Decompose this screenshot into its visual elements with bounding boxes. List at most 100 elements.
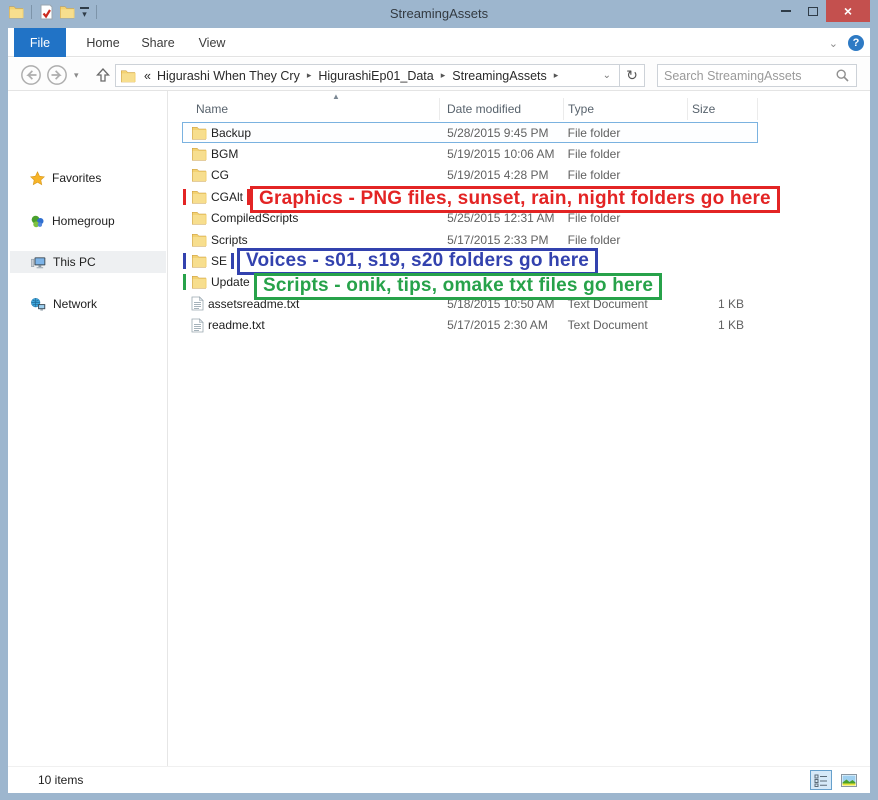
- minimize-button[interactable]: [772, 0, 799, 22]
- minimize-ribbon-icon[interactable]: ⌄: [829, 37, 838, 50]
- sidebar-item-this-pc[interactable]: This PC: [10, 251, 166, 273]
- file-row[interactable]: readme.txt 5/17/2015 2:30 AM Text Docume…: [182, 315, 758, 336]
- tab-view[interactable]: View: [188, 28, 236, 57]
- file-name-outline: Update: [183, 274, 257, 290]
- breadcrumb-item[interactable]: StreamingAssets: [449, 69, 549, 83]
- breadcrumb-item[interactable]: Higurashi When They Cry: [154, 69, 303, 83]
- tab-file[interactable]: File: [14, 28, 66, 57]
- folder-icon: [191, 254, 207, 268]
- explorer-window: ▾ StreamingAssets × File Home Share View…: [0, 0, 878, 800]
- sidebar-item-label: Favorites: [52, 171, 101, 185]
- app-surface: File Home Share View ⌄ ? ▾: [8, 28, 870, 793]
- file-name: readme.txt: [208, 318, 265, 332]
- search-icon: [836, 69, 856, 82]
- title-bar: ▾ StreamingAssets ×: [0, 0, 878, 28]
- recent-locations-icon[interactable]: ▾: [74, 70, 79, 81]
- address-dropdown-icon[interactable]: ⌄: [595, 70, 619, 81]
- sidebar-item-label: This PC: [53, 255, 96, 269]
- folder-icon: [191, 233, 207, 247]
- window-title: StreamingAssets: [0, 6, 878, 21]
- file-date: 5/19/2015 10:06 AM: [440, 147, 564, 161]
- file-row[interactable]: CG 5/19/2015 4:28 PM File folder: [182, 165, 758, 186]
- navigation-toolbar: ▾ « Higurashi When They Cry▸HigurashiEp0…: [8, 58, 870, 91]
- folder-icon: [191, 126, 207, 140]
- file-type: File folder: [564, 211, 688, 225]
- file-name-cell: Backup: [183, 125, 440, 141]
- file-name: Update: [211, 275, 250, 289]
- file-type: File folder: [564, 168, 688, 182]
- file-date: 5/17/2015 2:30 AM: [440, 318, 564, 332]
- sidebar-item-favorites[interactable]: Favorites: [10, 167, 166, 189]
- item-count: 10 items: [38, 773, 83, 787]
- file-type: Text Document: [564, 318, 688, 332]
- text-file-icon: [191, 318, 204, 333]
- file-rows: Backup 5/28/2015 9:45 PM File folder BGM…: [182, 122, 758, 336]
- file-row[interactable]: Backup 5/28/2015 9:45 PM File folder: [182, 122, 758, 143]
- help-icon[interactable]: ?: [848, 35, 864, 51]
- column-header-type[interactable]: Type: [564, 98, 688, 120]
- star-icon: [30, 171, 45, 186]
- refresh-icon[interactable]: ↻: [620, 67, 644, 84]
- file-name: BGM: [211, 147, 238, 161]
- annotation-red-label: Graphics - PNG files, sunset, rain, nigh…: [250, 186, 780, 213]
- file-date: 5/28/2015 9:45 PM: [440, 126, 564, 140]
- file-name-outline: CGAlt: [183, 189, 250, 205]
- status-bar: 10 items: [8, 766, 870, 793]
- file-name-cell: readme.txt: [183, 317, 440, 334]
- file-name-outline: Backup: [183, 125, 258, 141]
- breadcrumb-separator-icon[interactable]: ▸: [437, 70, 450, 81]
- file-size: 1 KB: [687, 318, 757, 332]
- file-name-outline: CG: [183, 167, 236, 183]
- file-type: File folder: [564, 233, 688, 247]
- sidebar-item-homegroup[interactable]: Homegroup: [10, 210, 166, 232]
- folder-icon: [191, 275, 207, 289]
- file-date: 5/19/2015 4:28 PM: [440, 168, 564, 182]
- thumbnail-view-button[interactable]: [838, 770, 860, 790]
- column-header-date-modified[interactable]: Date modified: [440, 98, 564, 120]
- file-name-cell: Scripts: [183, 232, 440, 248]
- file-type: File folder: [564, 147, 688, 161]
- sidebar-item-network[interactable]: Network: [10, 293, 166, 315]
- column-header-size[interactable]: Size: [688, 98, 758, 120]
- breadcrumb-separator-icon[interactable]: ▸: [303, 70, 316, 81]
- breadcrumb-item[interactable]: HigurashiEp01_Data: [315, 69, 436, 83]
- column-headers: Name Date modified Type Size: [182, 98, 758, 120]
- breadcrumb-separator-icon[interactable]: ▸: [550, 70, 563, 81]
- column-header-name[interactable]: Name: [182, 98, 440, 120]
- file-name-cell: BGM: [183, 146, 440, 162]
- details-view-button[interactable]: [810, 770, 832, 790]
- sidebar-item-label: Homegroup: [52, 214, 115, 228]
- file-name: CGAlt: [211, 190, 243, 204]
- annotation-blue-label: Voices - s01, s19, s20 folders go here: [237, 248, 598, 275]
- file-row[interactable]: BGM 5/19/2015 10:06 AM File folder: [182, 143, 758, 164]
- folder-icon: [120, 68, 136, 84]
- file-name-outline: BGM: [183, 146, 245, 162]
- file-date: 5/17/2015 2:33 PM: [440, 233, 564, 247]
- file-name: SE: [211, 254, 227, 268]
- search-box: [657, 64, 857, 87]
- file-name-outline: readme.txt: [183, 317, 272, 334]
- up-button[interactable]: [92, 64, 114, 86]
- forward-button[interactable]: [46, 64, 68, 86]
- file-date: 5/25/2015 12:31 AM: [440, 211, 564, 225]
- back-button[interactable]: [20, 64, 42, 86]
- address-bar[interactable]: « Higurashi When They Cry▸HigurashiEp01_…: [115, 64, 645, 87]
- file-name-cell: CG: [183, 167, 440, 183]
- search-input[interactable]: [658, 69, 836, 83]
- file-type: File folder: [564, 126, 688, 140]
- ribbon-tab-bar: File Home Share View ⌄ ?: [8, 28, 870, 57]
- breadcrumb-overflow[interactable]: «: [141, 69, 154, 83]
- folder-icon: [191, 190, 207, 204]
- homegroup-icon: [30, 214, 45, 229]
- sidebar-item-label: Network: [53, 297, 97, 311]
- annotation-green-label: Scripts - onik, tips, omake txt files go…: [254, 273, 662, 300]
- file-list-pane: ▲ Name Date modified Type Size Backup 5/…: [168, 91, 870, 766]
- tab-share[interactable]: Share: [132, 28, 184, 57]
- folder-icon: [191, 147, 207, 161]
- file-name-outline: Scripts: [183, 232, 255, 248]
- maximize-button[interactable]: [799, 0, 826, 22]
- tab-home[interactable]: Home: [78, 28, 128, 57]
- close-button[interactable]: ×: [826, 0, 870, 22]
- text-file-icon: [191, 296, 204, 311]
- file-name: CompiledScripts: [211, 211, 298, 225]
